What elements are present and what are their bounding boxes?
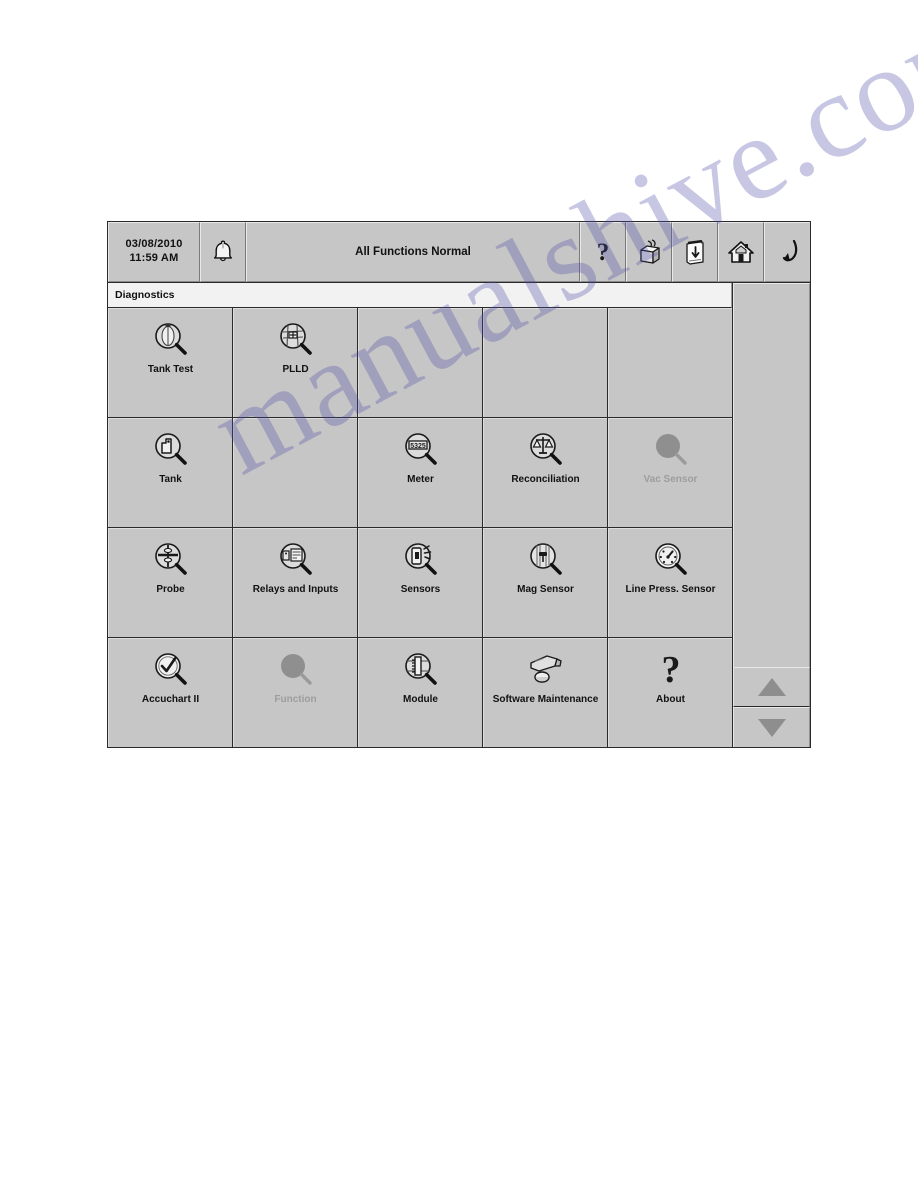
- grid-item-accuchart-ii[interactable]: Accuchart II: [108, 638, 232, 747]
- plld-magnifier-icon: [274, 319, 318, 361]
- alarm-button[interactable]: [200, 222, 246, 282]
- grid-item-vac-sensor: Vac Sensor: [608, 418, 732, 527]
- grid-item-label: Function: [274, 694, 317, 705]
- grid-item-label: Tank: [159, 474, 182, 485]
- module-magnifier-icon: [399, 649, 443, 691]
- page-title: Diagnostics: [108, 283, 732, 308]
- scrollbar-track[interactable]: [733, 283, 810, 667]
- grid-item-tank[interactable]: Tank: [108, 418, 232, 527]
- usb-key-icon: [524, 649, 568, 691]
- grid-item-label: Line Press. Sensor: [625, 584, 716, 595]
- grid-item-label: Mag Sensor: [517, 584, 574, 595]
- bell-icon: [211, 239, 235, 265]
- diagnostics-grid: Tank Test PLLD Tank 5325 Meter Reconcili…: [108, 308, 732, 747]
- datetime-display: 03/08/2010 11:59 AM: [108, 222, 200, 282]
- gauge-magnifier-icon: [649, 539, 693, 581]
- grid-item-tank-test[interactable]: Tank Test: [108, 308, 232, 417]
- scrollbar: [733, 283, 810, 747]
- question-mark-icon: ?: [591, 238, 615, 266]
- grid-item-module[interactable]: Module: [358, 638, 482, 747]
- grid-item-label: Software Maintenance: [492, 694, 599, 705]
- status-message: All Functions Normal: [246, 222, 580, 282]
- grid-item-about[interactable]: ? About: [608, 638, 732, 747]
- date-text: 03/08/2010: [125, 238, 183, 251]
- blank-magnifier-icon: [649, 429, 693, 471]
- check-magnifier-icon: [149, 649, 193, 691]
- svg-text:5325: 5325: [410, 443, 426, 450]
- grid-item-line-press-sensor[interactable]: Line Press. Sensor: [608, 528, 732, 637]
- grid-item-mag-sensor[interactable]: Mag Sensor: [483, 528, 607, 637]
- meter-magnifier-icon: 5325: [399, 429, 443, 471]
- grid-item-label: Reconciliation: [511, 474, 580, 485]
- blank-magnifier-icon: [274, 649, 318, 691]
- printer-icon: [635, 238, 663, 266]
- grid-item-empty: [483, 308, 607, 417]
- grid-item-label: Meter: [407, 474, 434, 485]
- status-bar: 03/08/2010 11:59 AM All Functions Normal…: [108, 222, 810, 283]
- report-paper-icon: [682, 238, 708, 266]
- grid-item-probe[interactable]: Probe: [108, 528, 232, 637]
- grid-item-label: About: [656, 694, 685, 705]
- report-button[interactable]: [672, 222, 718, 282]
- grid-item-label: Accuchart II: [141, 694, 200, 705]
- triangle-up-icon: [755, 675, 789, 699]
- scales-magnifier-icon: [524, 429, 568, 471]
- grid-item-meter[interactable]: 5325 Meter: [358, 418, 482, 527]
- grid-item-empty: [233, 418, 357, 527]
- scroll-up-button[interactable]: [733, 667, 810, 707]
- grid-item-label: Sensors: [400, 584, 441, 595]
- grid-item-reconciliation[interactable]: Reconciliation: [483, 418, 607, 527]
- console-body: Diagnostics Tank Test PLLD Tank 5325 Met…: [108, 283, 810, 747]
- grid-item-relays-and-inputs[interactable]: Relays and Inputs: [233, 528, 357, 637]
- print-button[interactable]: [626, 222, 672, 282]
- section-title-text: Diagnostics: [115, 289, 175, 301]
- tank-test-magnifier-icon: [149, 319, 193, 361]
- return-arrow-icon: [775, 238, 801, 266]
- grid-item-plld[interactable]: PLLD: [233, 308, 357, 417]
- enter-button[interactable]: [764, 222, 810, 282]
- grid-item-label: Probe: [156, 584, 185, 595]
- grid-item-empty: [358, 308, 482, 417]
- help-button[interactable]: ?: [580, 222, 626, 282]
- home-button[interactable]: [718, 222, 764, 282]
- home-icon: [727, 239, 755, 265]
- grid-item-software-maintenance[interactable]: Software Maintenance: [483, 638, 607, 747]
- sensors-magnifier-icon: [399, 539, 443, 581]
- question-mark-icon: ?: [649, 649, 693, 691]
- console-panel: 03/08/2010 11:59 AM All Functions Normal…: [107, 221, 811, 748]
- mag-sensor-magnifier-icon: [524, 539, 568, 581]
- grid-item-label: Module: [403, 694, 438, 705]
- svg-text:?: ?: [597, 239, 610, 266]
- relays-magnifier-icon: [274, 539, 318, 581]
- grid-item-label: Tank Test: [147, 364, 194, 375]
- grid-item-function: Function: [233, 638, 357, 747]
- probe-magnifier-icon: [149, 539, 193, 581]
- triangle-down-icon: [755, 716, 789, 740]
- grid-item-empty: [608, 308, 732, 417]
- tank-magnifier-icon: [149, 429, 193, 471]
- grid-item-sensors[interactable]: Sensors: [358, 528, 482, 637]
- content-column: Diagnostics Tank Test PLLD Tank 5325 Met…: [108, 283, 733, 747]
- grid-item-label: PLLD: [282, 364, 309, 375]
- scroll-down-button[interactable]: [733, 707, 810, 747]
- grid-item-label: Relays and Inputs: [252, 584, 339, 595]
- time-text: 11:59 AM: [129, 252, 179, 264]
- grid-item-label: Vac Sensor: [643, 474, 698, 485]
- svg-text:?: ?: [661, 650, 680, 690]
